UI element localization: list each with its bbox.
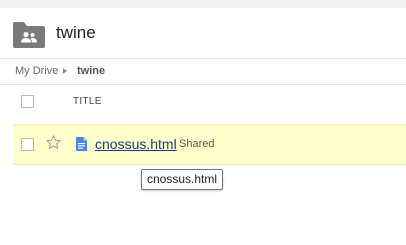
- select-all-checkbox[interactable]: [21, 95, 34, 108]
- breadcrumb: My Drive twine: [0, 58, 406, 85]
- folder-title: twine: [56, 23, 96, 42]
- list-header: TITLE: [0, 84, 406, 118]
- document-icon: [76, 137, 87, 151]
- file-name-link[interactable]: cnossus.html: [95, 136, 177, 152]
- shared-status-label: Shared: [179, 138, 215, 150]
- file-name-tooltip: cnossus.html: [141, 169, 224, 190]
- star-icon[interactable]: [45, 134, 62, 151]
- file-row[interactable]: cnossus.html Shared: [13, 124, 406, 165]
- row-checkbox[interactable]: [21, 138, 34, 151]
- breadcrumb-my-drive[interactable]: My Drive: [15, 65, 58, 77]
- folder-header: twine: [0, 8, 406, 58]
- shared-folder-icon: [13, 22, 45, 48]
- breadcrumb-current[interactable]: twine: [77, 65, 105, 77]
- breadcrumb-chevron-icon: [63, 68, 67, 74]
- top-strip: [0, 0, 406, 8]
- title-column-header[interactable]: TITLE: [73, 96, 102, 107]
